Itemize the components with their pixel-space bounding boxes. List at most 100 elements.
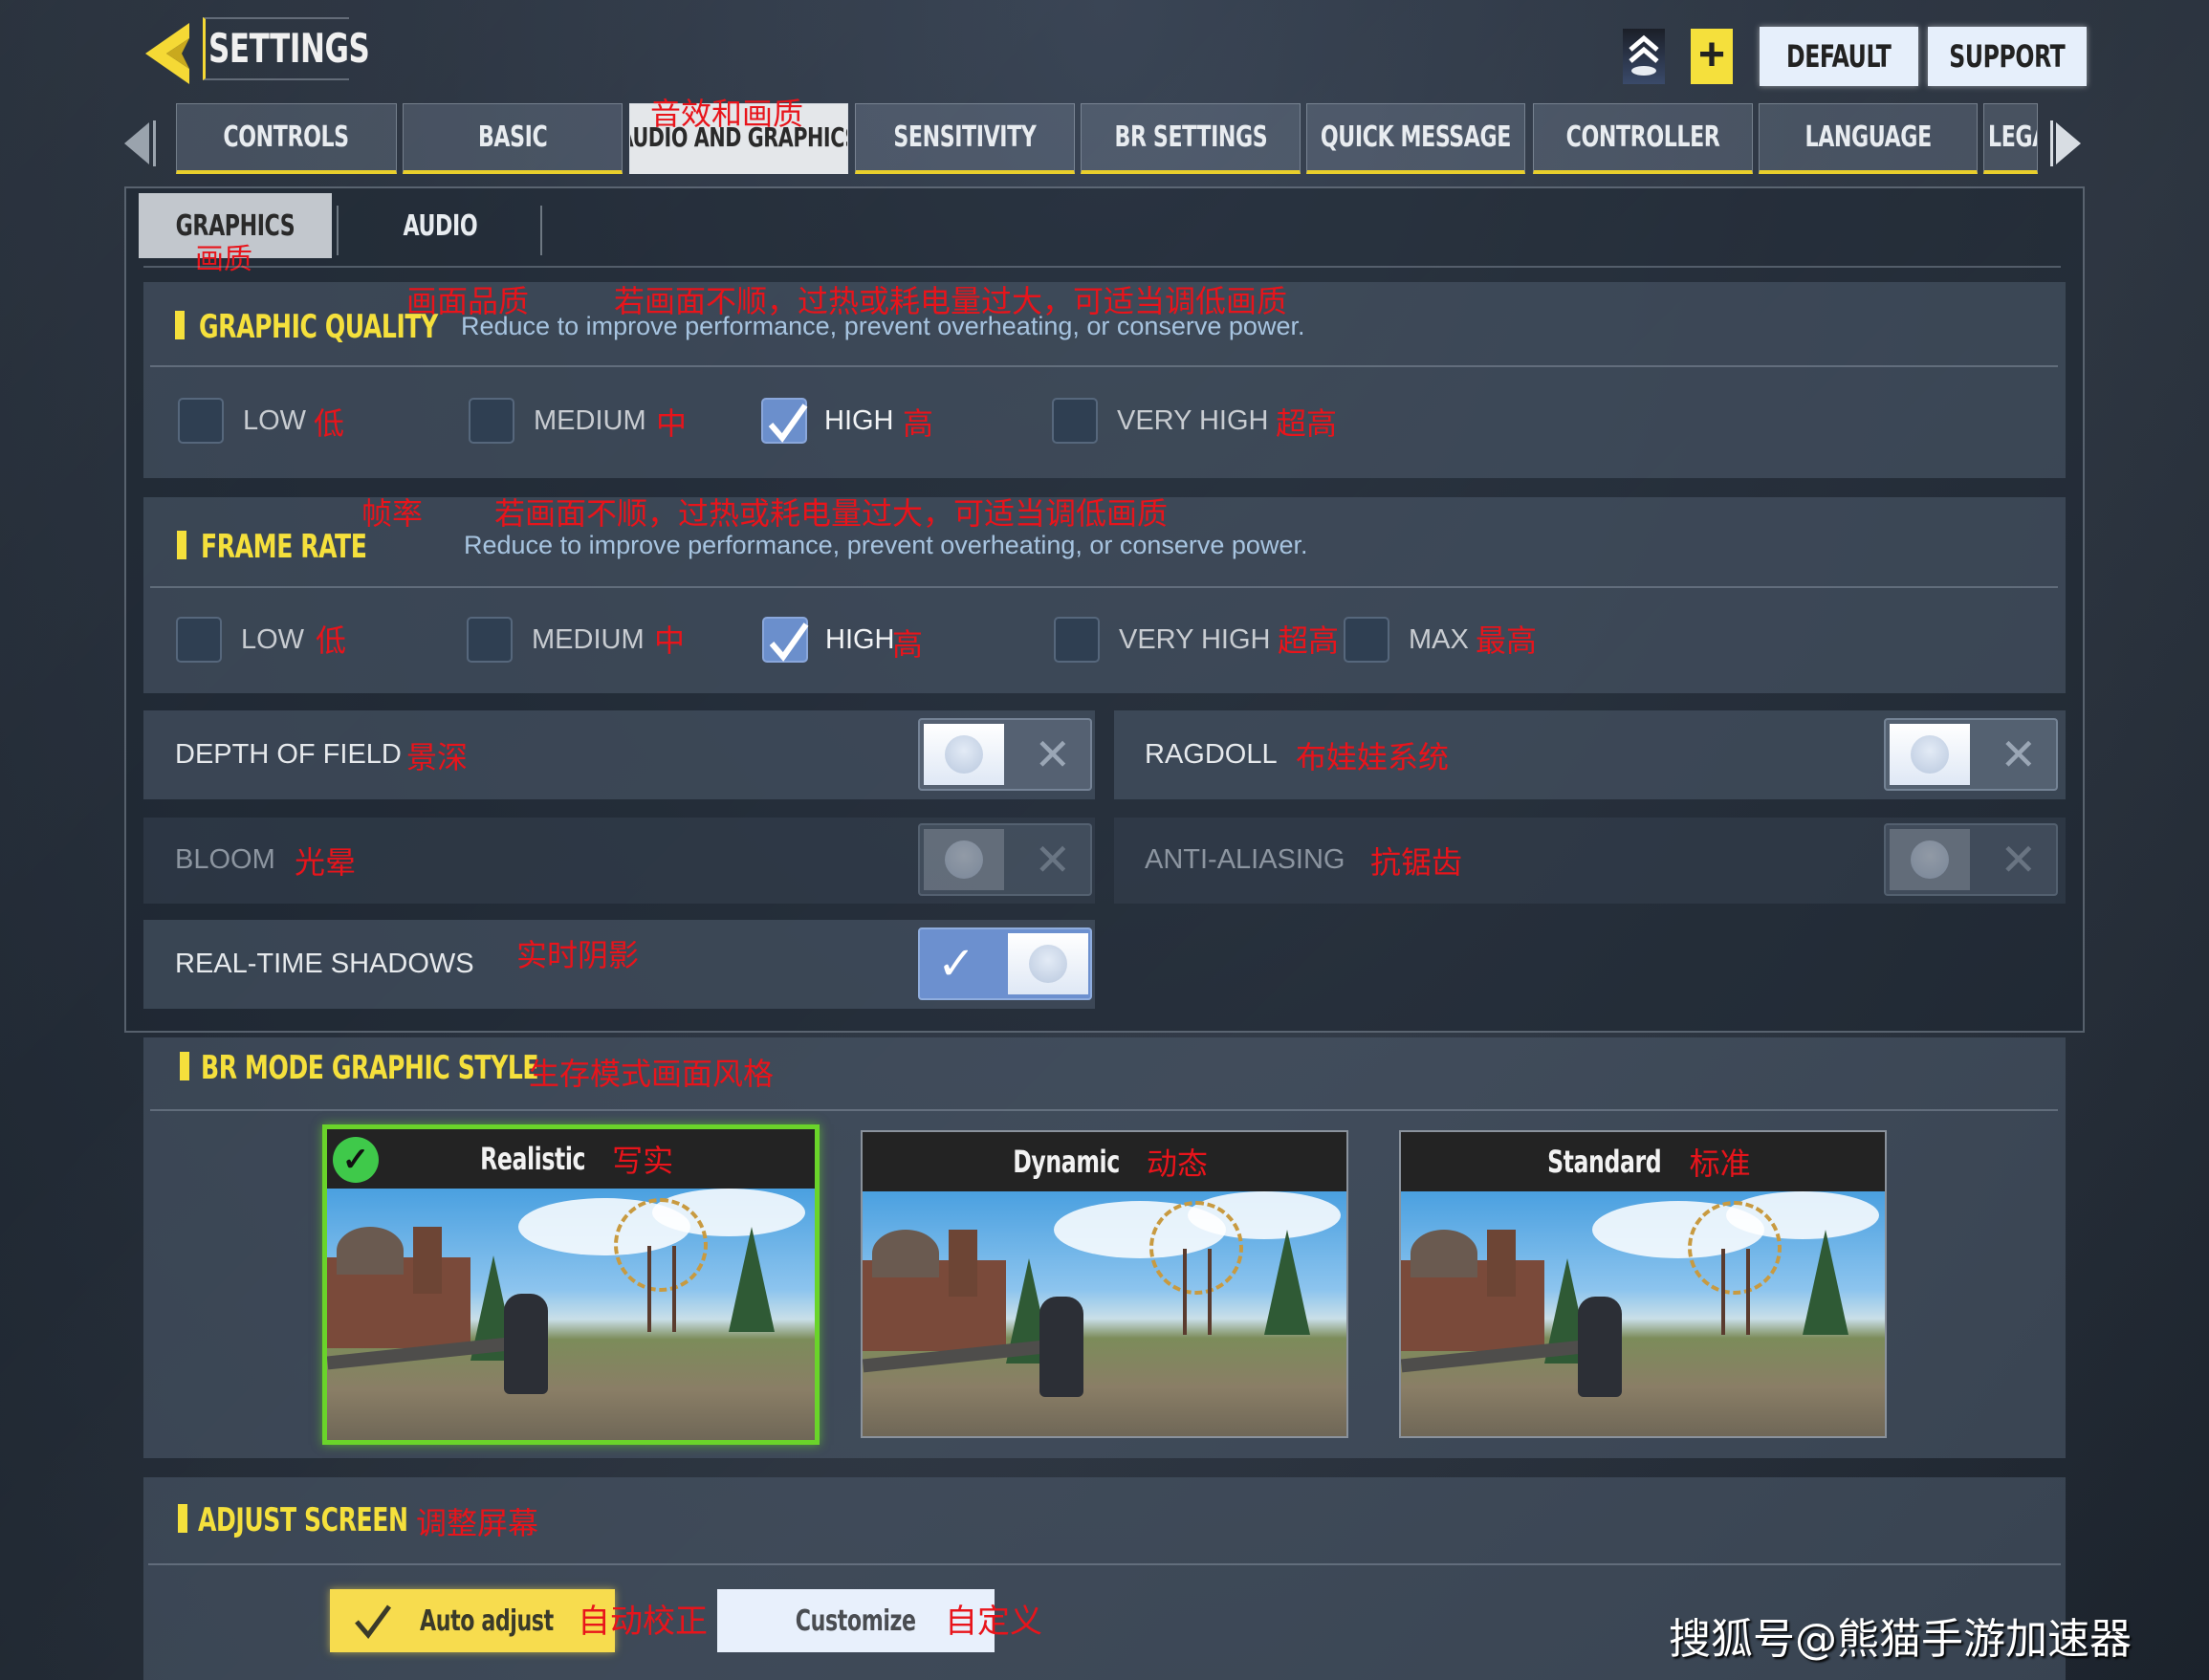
rank-icon[interactable] xyxy=(1623,29,1665,84)
ragdoll-toggle[interactable]: ✕ xyxy=(1884,718,2058,791)
section-marker xyxy=(178,1504,187,1533)
option-annotation: 中 xyxy=(654,622,686,659)
divider xyxy=(143,266,2061,268)
card-title: Standard xyxy=(1547,1144,1662,1180)
check-icon xyxy=(768,404,808,443)
toggle-annotation: 抗锯齿 xyxy=(1370,844,1463,881)
tab-basic[interactable]: BASIC xyxy=(403,103,623,174)
section-marker xyxy=(180,1052,189,1080)
checkbox[interactable] xyxy=(761,398,808,444)
frame-rate-title: FRAME RATE xyxy=(201,528,367,566)
option-annotation: 高 xyxy=(903,405,934,442)
toggle-row-depth-of-field: DEPTH OF FIELD 景深 ✕ xyxy=(143,710,1095,799)
checkbox[interactable] xyxy=(762,617,809,663)
tabs-scroll-right-icon[interactable] xyxy=(2056,122,2081,164)
auto-adjust-button[interactable]: Auto adjust xyxy=(330,1589,615,1652)
card-annotation: 动态 xyxy=(1147,1145,1209,1182)
option-label: VERY HIGH xyxy=(1117,405,1269,436)
close-icon: ✕ xyxy=(2000,730,2037,779)
toggle-annotation: 景深 xyxy=(406,739,469,775)
tab-sensitivity[interactable]: SENSITIVITY xyxy=(855,103,1075,174)
toggle-row-anti-aliasing: ANTI-ALIASING 抗锯齿 ✕ xyxy=(1114,818,2066,904)
divider xyxy=(148,1563,2061,1565)
option-annotation: 最高 xyxy=(1476,622,1538,659)
checkbox[interactable] xyxy=(176,617,222,663)
tab-controller[interactable]: CONTROLLER xyxy=(1533,103,1753,174)
style-preview-image xyxy=(1401,1191,1885,1436)
toggle-row-real-time-shadows: REAL-TIME SHADOWS 实时阴影 ✓ xyxy=(143,920,1095,1009)
style-preview-image xyxy=(327,1189,815,1440)
subtab-divider xyxy=(337,206,339,255)
tab-legal[interactable]: LEGA xyxy=(1983,103,2038,174)
option-annotation: 低 xyxy=(314,405,345,442)
toggle-label: REAL-TIME SHADOWS xyxy=(175,949,474,979)
graphic-quality-description: Reduce to improve performance, prevent o… xyxy=(461,312,1305,340)
option-label: HIGH xyxy=(825,624,895,655)
toggle-label: BLOOM xyxy=(175,844,275,875)
toggle-label: ANTI-ALIASING xyxy=(1145,844,1345,875)
anti-aliasing-toggle[interactable]: ✕ xyxy=(1884,823,2058,896)
toggle-row-bloom: BLOOM 光晕 ✕ xyxy=(143,818,1095,904)
checkbox[interactable] xyxy=(1344,617,1389,663)
option-annotation: 高 xyxy=(892,626,924,663)
frame-rate-description: Reduce to improve performance, prevent o… xyxy=(464,531,1308,559)
option-label: HIGH xyxy=(824,405,894,436)
option-label: LOW xyxy=(243,405,307,436)
frame-rate-desc-annotation: 若画面不顺，过热或耗电量过大，可适当调低画质 xyxy=(494,495,1169,532)
card-title: Realistic xyxy=(479,1141,586,1177)
checkbox[interactable] xyxy=(469,398,514,444)
tab-quick-message[interactable]: QUICK MESSAGE xyxy=(1306,103,1525,174)
divider xyxy=(150,586,2058,588)
toggle-row-ragdoll: RAGDOLL 布娃娃系统 ✕ xyxy=(1114,710,2066,799)
bloom-toggle[interactable]: ✕ xyxy=(918,823,1092,896)
plus-button[interactable]: + xyxy=(1691,29,1733,84)
option-annotation: 低 xyxy=(316,622,347,659)
option-label: LOW xyxy=(241,624,305,655)
br-style-title-annotation: 生存模式画面风格 xyxy=(529,1056,775,1092)
checkbox[interactable] xyxy=(467,617,513,663)
back-icon[interactable] xyxy=(142,21,195,86)
card-title: Dynamic xyxy=(1013,1144,1120,1180)
checkbox[interactable] xyxy=(178,398,224,444)
check-icon xyxy=(355,1604,392,1640)
toggle-annotation: 光晕 xyxy=(295,844,357,881)
real-time-shadows-toggle[interactable]: ✓ xyxy=(918,927,1092,1000)
option-annotation: 超高 xyxy=(1278,622,1340,659)
tab-controls[interactable]: CONTROLS xyxy=(176,103,397,174)
frame-rate-title-annotation: 帧率 xyxy=(361,495,424,532)
style-preview-image xyxy=(863,1191,1346,1436)
option-annotation: 超高 xyxy=(1276,405,1338,442)
support-button[interactable]: SUPPORT xyxy=(1928,27,2087,86)
option-annotation: 中 xyxy=(656,405,688,442)
plus-icon: + xyxy=(1697,30,1726,80)
style-card-realistic[interactable]: Realistic 写实 ✓ xyxy=(322,1124,820,1445)
section-marker xyxy=(175,311,185,339)
card-annotation: 写实 xyxy=(612,1143,674,1179)
option-label: MEDIUM xyxy=(534,405,646,436)
toggle-annotation: 实时阴影 xyxy=(516,937,640,973)
style-card-dynamic[interactable]: Dynamic 动态 xyxy=(861,1130,1348,1438)
divider xyxy=(150,1109,2058,1111)
tab-language[interactable]: LANGUAGE xyxy=(1759,103,1978,174)
divider xyxy=(150,365,2058,367)
depth-of-field-toggle[interactable]: ✕ xyxy=(918,718,1092,791)
section-marker xyxy=(177,531,186,559)
style-card-standard[interactable]: Standard 标准 xyxy=(1399,1130,1887,1438)
customize-label: Customize xyxy=(796,1604,916,1638)
subtab-divider xyxy=(540,206,542,255)
check-icon xyxy=(769,622,809,662)
tab-br-settings[interactable]: BR SETTINGS xyxy=(1081,103,1301,174)
close-icon: ✕ xyxy=(1034,835,1071,884)
tab-arrow-left-bar xyxy=(153,120,156,166)
selected-check-icon: ✓ xyxy=(333,1137,379,1183)
watermark: 搜狐号@熊猫手游加速器 xyxy=(1669,1615,2132,1664)
tabs-scroll-left-icon[interactable] xyxy=(124,122,149,164)
subtab-audio[interactable]: AUDIO xyxy=(354,193,526,258)
checkbox[interactable] xyxy=(1054,617,1100,663)
close-icon: ✕ xyxy=(2000,835,2037,884)
tab-arrow-right-bar xyxy=(2050,120,2053,166)
checkbox[interactable] xyxy=(1052,398,1098,444)
toggle-label: RAGDOLL xyxy=(1145,739,1278,770)
option-label: VERY HIGH xyxy=(1119,624,1271,655)
default-button[interactable]: DEFAULT xyxy=(1760,27,1918,86)
